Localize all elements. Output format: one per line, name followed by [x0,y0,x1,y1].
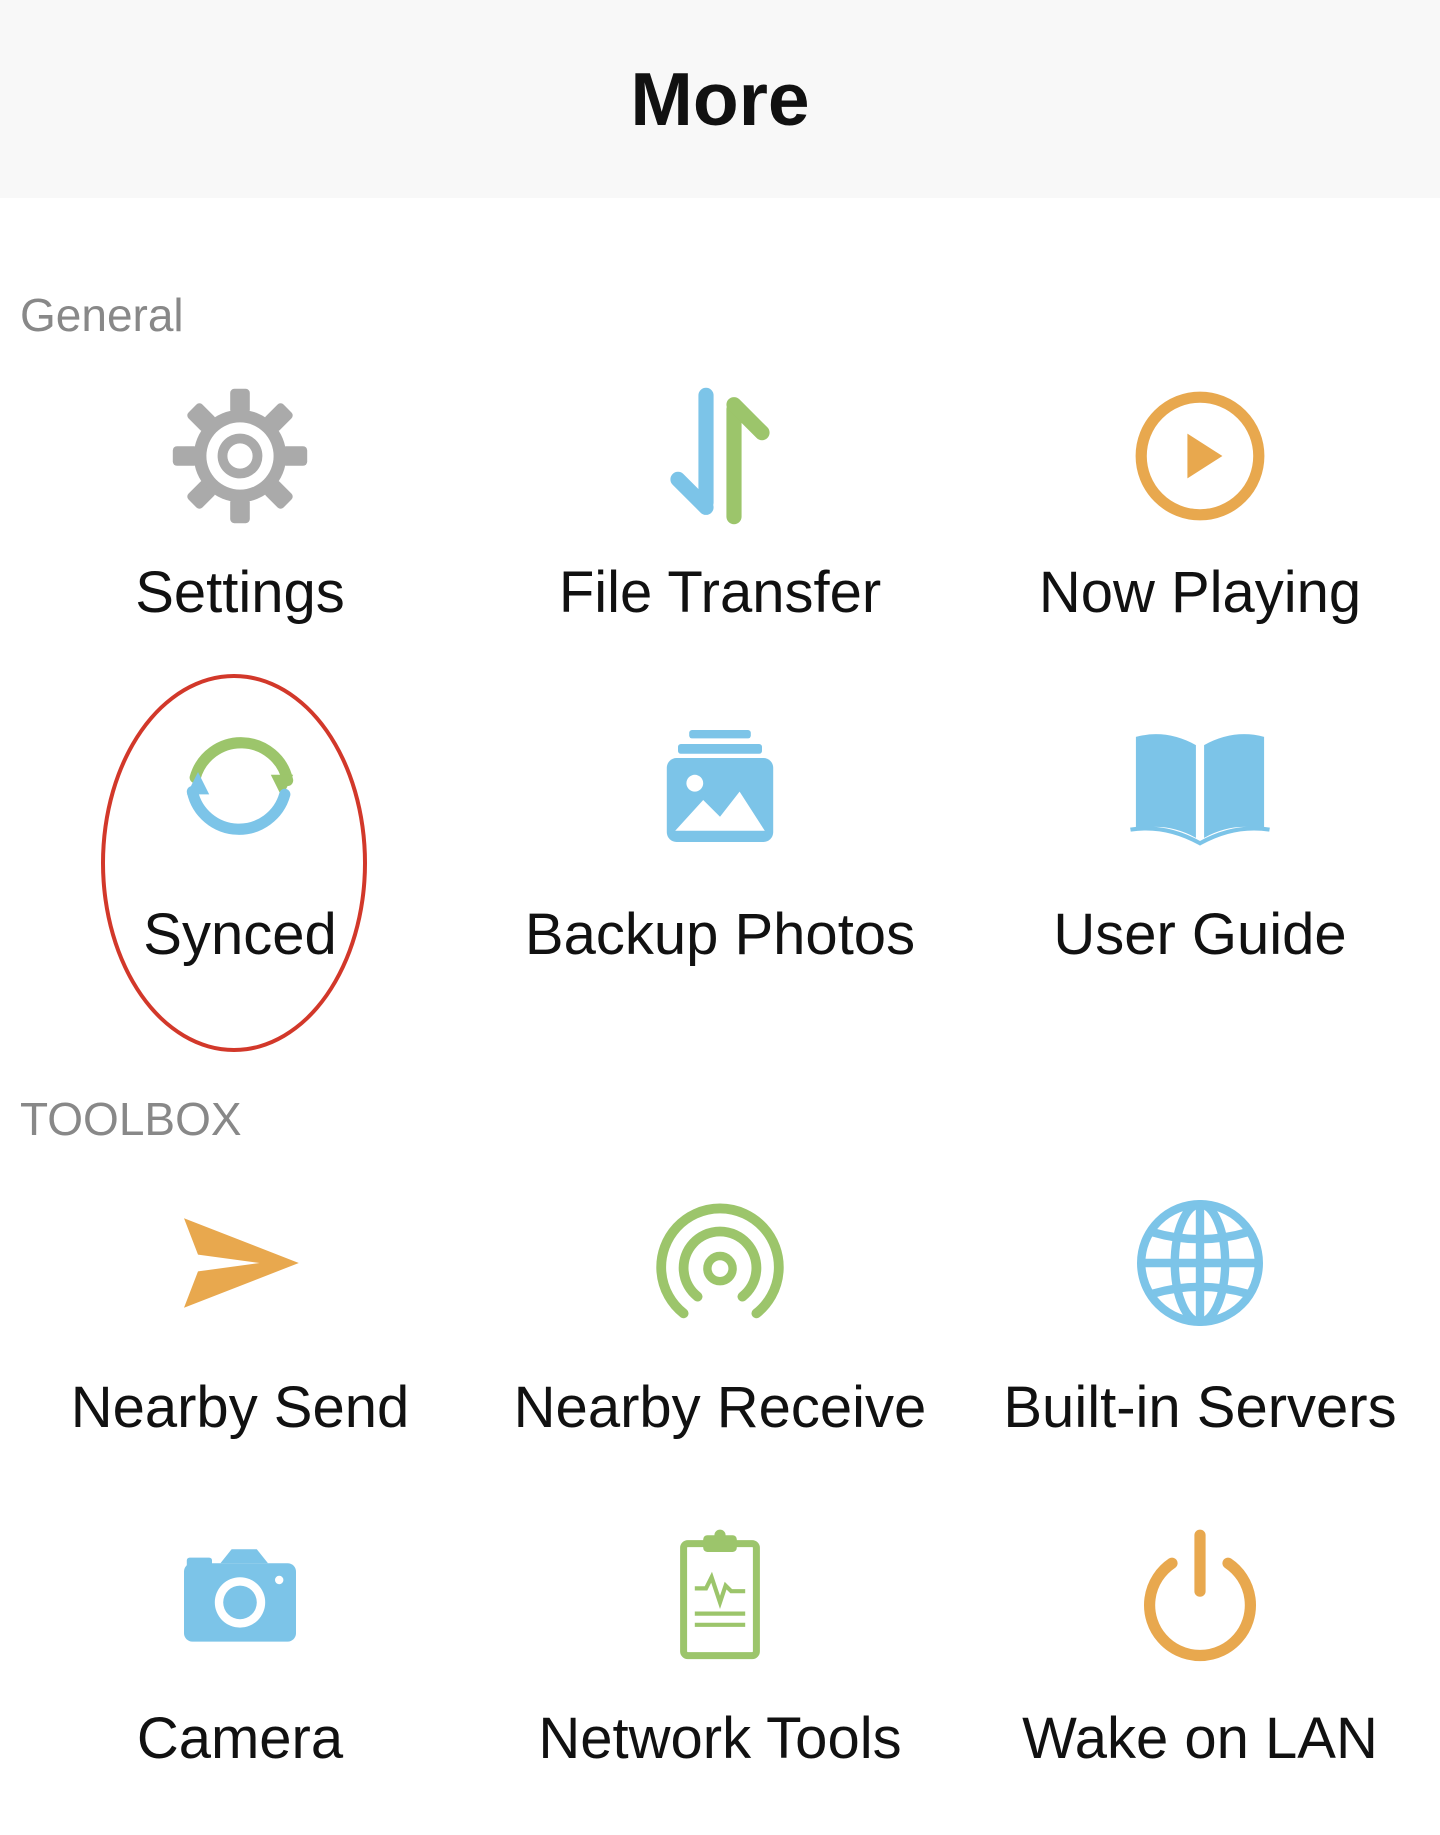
tile-label: Nearby Receive [513,1375,927,1440]
tile-network-tools[interactable]: Network Tools [480,1514,960,1768]
tile-label: Settings [135,560,345,625]
tile-label: User Guide [1053,902,1347,967]
tile-label: Built-in Servers [1003,1375,1397,1440]
play-circle-icon [1120,376,1280,536]
broadcast-icon [640,1183,800,1343]
tile-now-playing[interactable]: Now Playing [960,376,1440,622]
section-label-general: General [20,289,184,341]
book-icon [1120,706,1280,866]
tile-label: Now Playing [1038,560,1362,625]
sync-icon [160,706,320,866]
tile-label: Camera [136,1706,344,1771]
tile-nearby-send[interactable]: Nearby Send [0,1183,480,1437]
clipboard-pulse-icon [640,1514,800,1674]
globe-icon [1120,1183,1280,1343]
tile-synced[interactable]: Synced [0,706,480,964]
power-icon [1120,1514,1280,1674]
transfer-arrows-icon [640,376,800,536]
photos-icon [640,706,800,866]
section-label-toolbox: TOOLBOX [20,1093,242,1145]
tile-file-transfer[interactable]: File Transfer [480,376,960,622]
tile-wake-on-lan[interactable]: Wake on LAN [960,1514,1440,1768]
tile-user-guide[interactable]: User Guide [960,706,1440,964]
tile-backup-photos[interactable]: Backup Photos [480,706,960,964]
gear-icon [160,376,320,536]
tile-nearby-receive[interactable]: Nearby Receive [480,1183,960,1437]
tile-label: Wake on LAN [1022,1706,1378,1771]
tile-label: File Transfer [558,560,882,625]
tile-camera[interactable]: Camera [0,1514,480,1768]
tile-label: Network Tools [538,1706,902,1771]
tile-label: Backup Photos [524,902,916,967]
camera-icon [160,1514,320,1674]
page-title: More [630,57,810,141]
tile-label: Synced [143,902,337,967]
paper-plane-icon [160,1183,320,1343]
header-bar: More [0,0,1440,198]
tile-label: Nearby Send [70,1375,410,1440]
tile-settings[interactable]: Settings [0,376,480,622]
tile-built-in-servers[interactable]: Built-in Servers [960,1183,1440,1437]
